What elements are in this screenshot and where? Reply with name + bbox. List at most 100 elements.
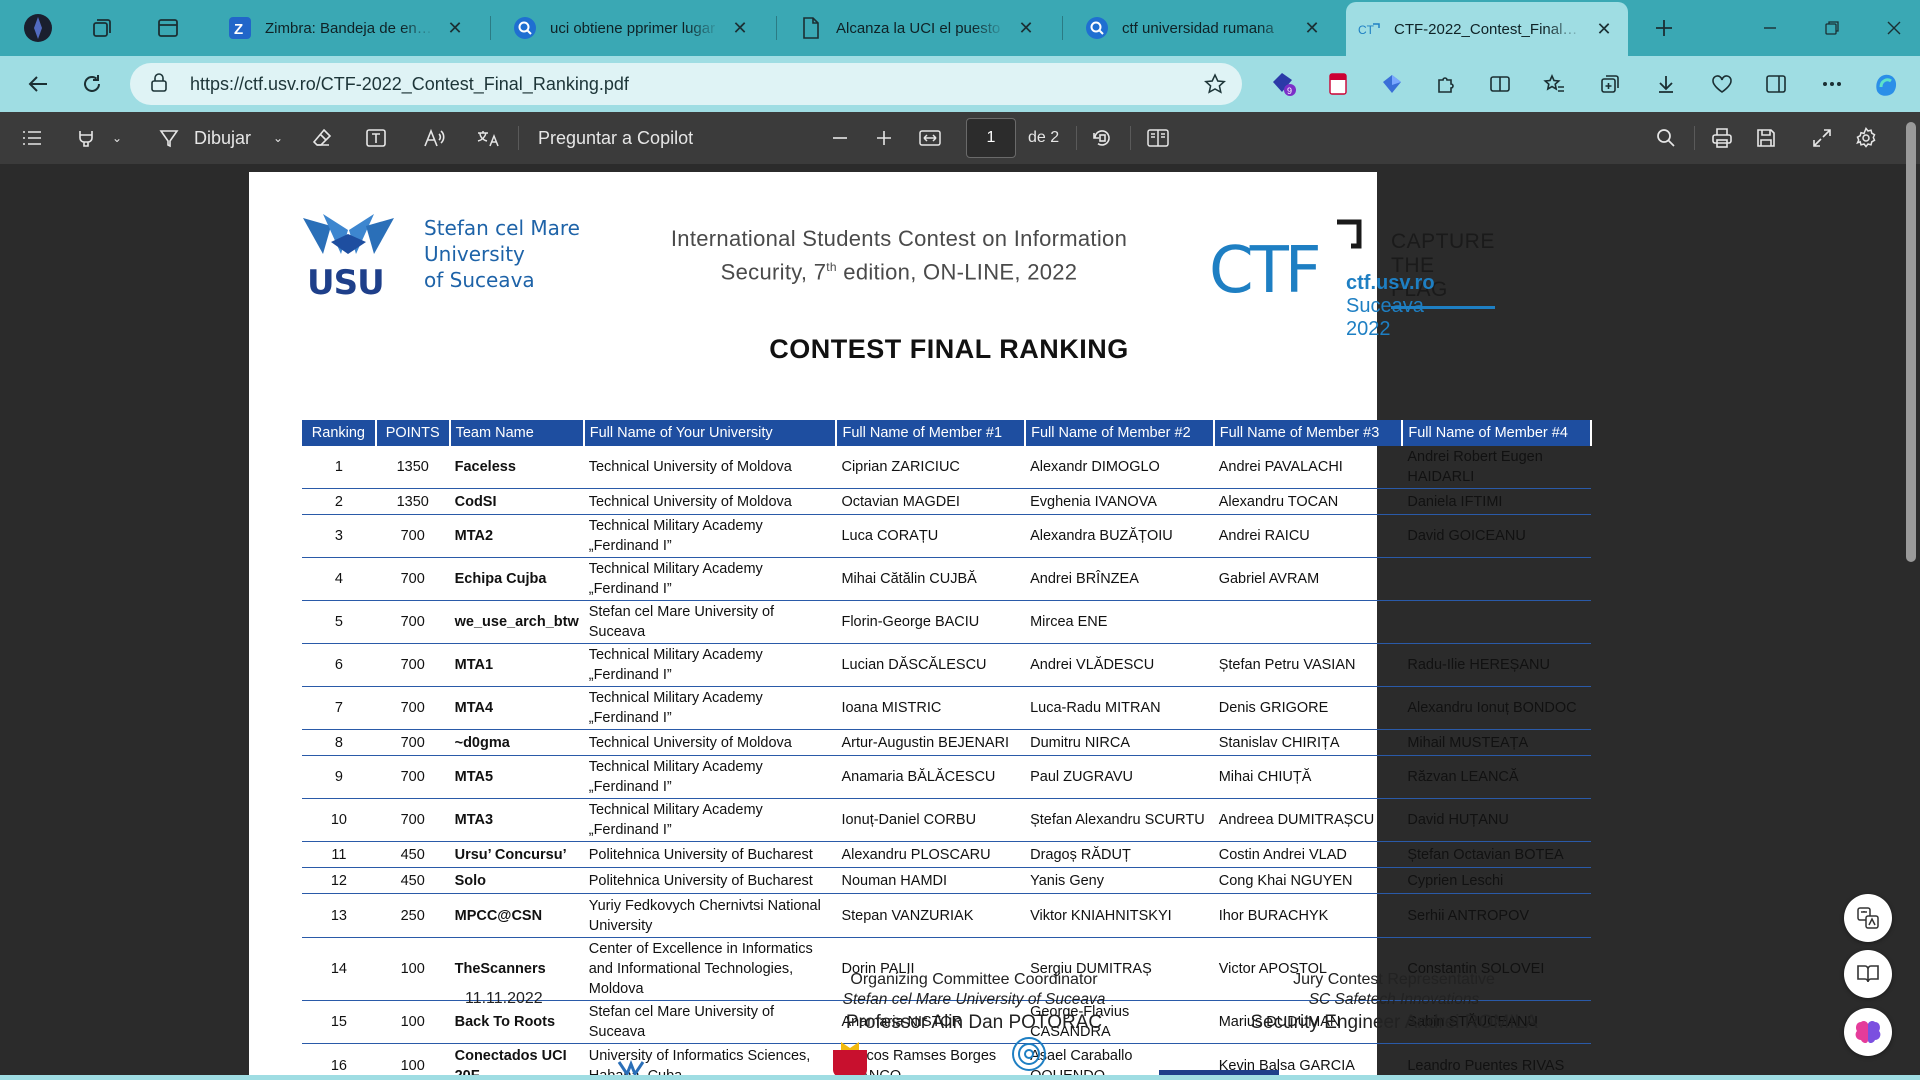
table-cell: Gabriel AVRAM <box>1213 557 1403 601</box>
immersive-reader-icon[interactable] <box>1844 950 1892 998</box>
close-tab-icon[interactable]: ✕ <box>1014 16 1038 40</box>
table-row: 16100Conectados UCI 20FUniversity of Inf… <box>302 1043 1591 1075</box>
table-cell: Ihor BURACHYK <box>1213 893 1403 938</box>
minimize-icon[interactable] <box>1750 8 1790 48</box>
close-tab-icon[interactable]: ✕ <box>443 16 467 40</box>
refresh-icon[interactable] <box>72 64 112 104</box>
tab-zimbra[interactable]: Z Zimbra: Bandeja de entrada ✕ <box>217 6 479 50</box>
tab-title: CTF-2022_Contest_Final_Ranking <box>1394 20 1584 38</box>
table-cell: Leandro Puentes RIVAS <box>1402 1043 1591 1075</box>
copilot-brain-icon[interactable] <box>1844 1008 1892 1056</box>
tab-search-uci[interactable]: uci obtiene pprimer lugar ✕ <box>502 6 764 50</box>
address-bar[interactable]: https://ctf.usv.ro/CTF-2022_Contest_Fina… <box>130 63 1242 105</box>
restore-icon[interactable] <box>1812 8 1852 48</box>
table-cell: 2 <box>302 488 376 515</box>
scrollbar-thumb[interactable] <box>1906 122 1916 562</box>
tab-divider <box>776 16 777 40</box>
pdf-viewer[interactable]: USU Stefan cel Mare University of Suceav… <box>0 164 1920 1075</box>
tab-ctf-search[interactable]: ctf universidad rumana ✕ <box>1074 6 1336 50</box>
svg-text:Z: Z <box>234 21 243 38</box>
ask-copilot-button[interactable]: Preguntar a Copilot <box>538 120 693 156</box>
profile-avatar[interactable] <box>18 8 58 48</box>
text-box-icon[interactable] <box>362 120 390 156</box>
table-cell: Viktor KNIAHNITSKYI <box>1025 893 1214 938</box>
extensions-puzzle-icon[interactable] <box>1426 64 1466 104</box>
table-cell: 700 <box>375 600 450 644</box>
page-view-icon[interactable] <box>1144 120 1172 156</box>
zoom-out-icon[interactable] <box>828 120 852 156</box>
tab-title: Zimbra: Bandeja de entrada <box>265 19 435 37</box>
fullscreen-icon[interactable] <box>1808 120 1836 156</box>
table-cell: 4 <box>302 557 376 601</box>
table-cell: 15 <box>302 1000 376 1044</box>
new-tab-icon[interactable] <box>1644 8 1684 48</box>
extension-badge-icon[interactable]: 9 <box>1264 64 1304 104</box>
close-tab-icon[interactable]: ✕ <box>728 16 752 40</box>
table-cell: 250 <box>375 893 450 938</box>
search-icon[interactable] <box>1652 120 1680 156</box>
favorite-star-icon[interactable] <box>1204 73 1226 100</box>
sidebar-toggle-icon[interactable] <box>1756 64 1796 104</box>
extension-shield-icon[interactable] <box>1372 64 1412 104</box>
table-cell: Radu-Ilie HEREȘANU <box>1402 643 1591 687</box>
copilot-icon[interactable] <box>1866 64 1906 104</box>
read-aloud-icon[interactable] <box>420 120 448 156</box>
coordinator-organization: Stefan cel Mare University of Suceava <box>842 991 1106 1008</box>
table-cell: Mihail MUSTEAȚA <box>1402 729 1591 756</box>
tab-actions-icon[interactable] <box>148 8 188 48</box>
fit-to-width-icon[interactable] <box>916 120 944 156</box>
table-cell: Artur-Augustin BEJENARI <box>836 729 1026 756</box>
translate-side-icon[interactable] <box>1844 894 1892 942</box>
rotate-icon[interactable] <box>1088 120 1116 156</box>
draw-icon[interactable] <box>156 120 182 156</box>
table-cell: David GOICEANU <box>1402 514 1591 558</box>
table-cell: Serhii ANTROPOV <box>1402 893 1591 938</box>
downloads-icon[interactable] <box>1646 64 1686 104</box>
close-tab-icon[interactable]: ✕ <box>1300 16 1324 40</box>
eraser-icon[interactable] <box>308 120 336 156</box>
svg-text:CT: CT <box>1358 23 1375 37</box>
close-window-icon[interactable] <box>1874 8 1914 48</box>
table-cell: Yuriy Fedkovych Chernivtsi National Univ… <box>583 893 837 938</box>
draw-label[interactable]: Dibujar <box>194 120 251 156</box>
table-cell: Lucian DĂSCĂLESCU <box>836 643 1026 687</box>
workspaces-icon[interactable] <box>82 8 122 48</box>
pdf-extension-icon[interactable] <box>1318 64 1358 104</box>
tab-ctf-ranking-active[interactable]: CT CTF-2022_Contest_Final_Ranking ✕ <box>1346 2 1628 56</box>
table-cell: 100 <box>375 1000 450 1044</box>
table-cell: 10 <box>302 798 376 842</box>
back-arrow-icon[interactable] <box>18 64 58 104</box>
highlight-icon[interactable] <box>72 120 100 156</box>
table-cell: Alexandru TOCAN <box>1213 488 1403 515</box>
table-cell: Ionuț-Daniel CORBU <box>836 798 1026 842</box>
save-icon[interactable] <box>1752 120 1780 156</box>
highlight-dropdown-chevron-icon[interactable]: ⌄ <box>106 120 128 156</box>
table-cell: Andrei RAICU <box>1213 514 1403 558</box>
table-row: 2 1350 CodSI Technical University of Moldov… <box>302 488 1591 515</box>
performance-icon[interactable] <box>1702 64 1742 104</box>
tab-divider <box>490 16 491 40</box>
page-number-input[interactable]: 1 <box>966 118 1016 158</box>
lock-icon[interactable] <box>150 73 168 98</box>
close-tab-icon[interactable]: ✕ <box>1592 17 1616 41</box>
table-cell: 14 <box>302 937 376 1001</box>
draw-dropdown-chevron-icon[interactable]: ⌄ <box>268 120 288 156</box>
table-cell: Technical University of Moldova <box>583 729 837 756</box>
contents-list-icon[interactable] <box>18 120 46 156</box>
column-header: Full Name of Your University <box>583 420 838 446</box>
table-cell: Ursu’ Concursu’ <box>449 841 584 868</box>
table-cell: Octavian MAGDEI <box>836 488 1026 515</box>
favorites-icon[interactable] <box>1534 64 1574 104</box>
more-menu-icon[interactable] <box>1812 64 1852 104</box>
print-icon[interactable] <box>1708 120 1736 156</box>
tab-alcanza[interactable]: Alcanza la UCI el puesto ✕ <box>788 6 1050 50</box>
url-text[interactable]: https://ctf.usv.ro/CTF-2022_Contest_Fina… <box>190 74 629 95</box>
table-cell: David HUȚANU <box>1402 798 1591 842</box>
table-row: 12 450 Solo Politehnica University of Bucha… <box>302 867 1591 894</box>
zoom-in-icon[interactable] <box>872 120 896 156</box>
collections-icon[interactable] <box>1590 64 1630 104</box>
split-screen-icon[interactable] <box>1480 64 1520 104</box>
settings-gear-icon[interactable] <box>1852 120 1880 156</box>
tab-title: ctf universidad rumana <box>1122 19 1274 37</box>
translate-icon[interactable] <box>474 120 502 156</box>
